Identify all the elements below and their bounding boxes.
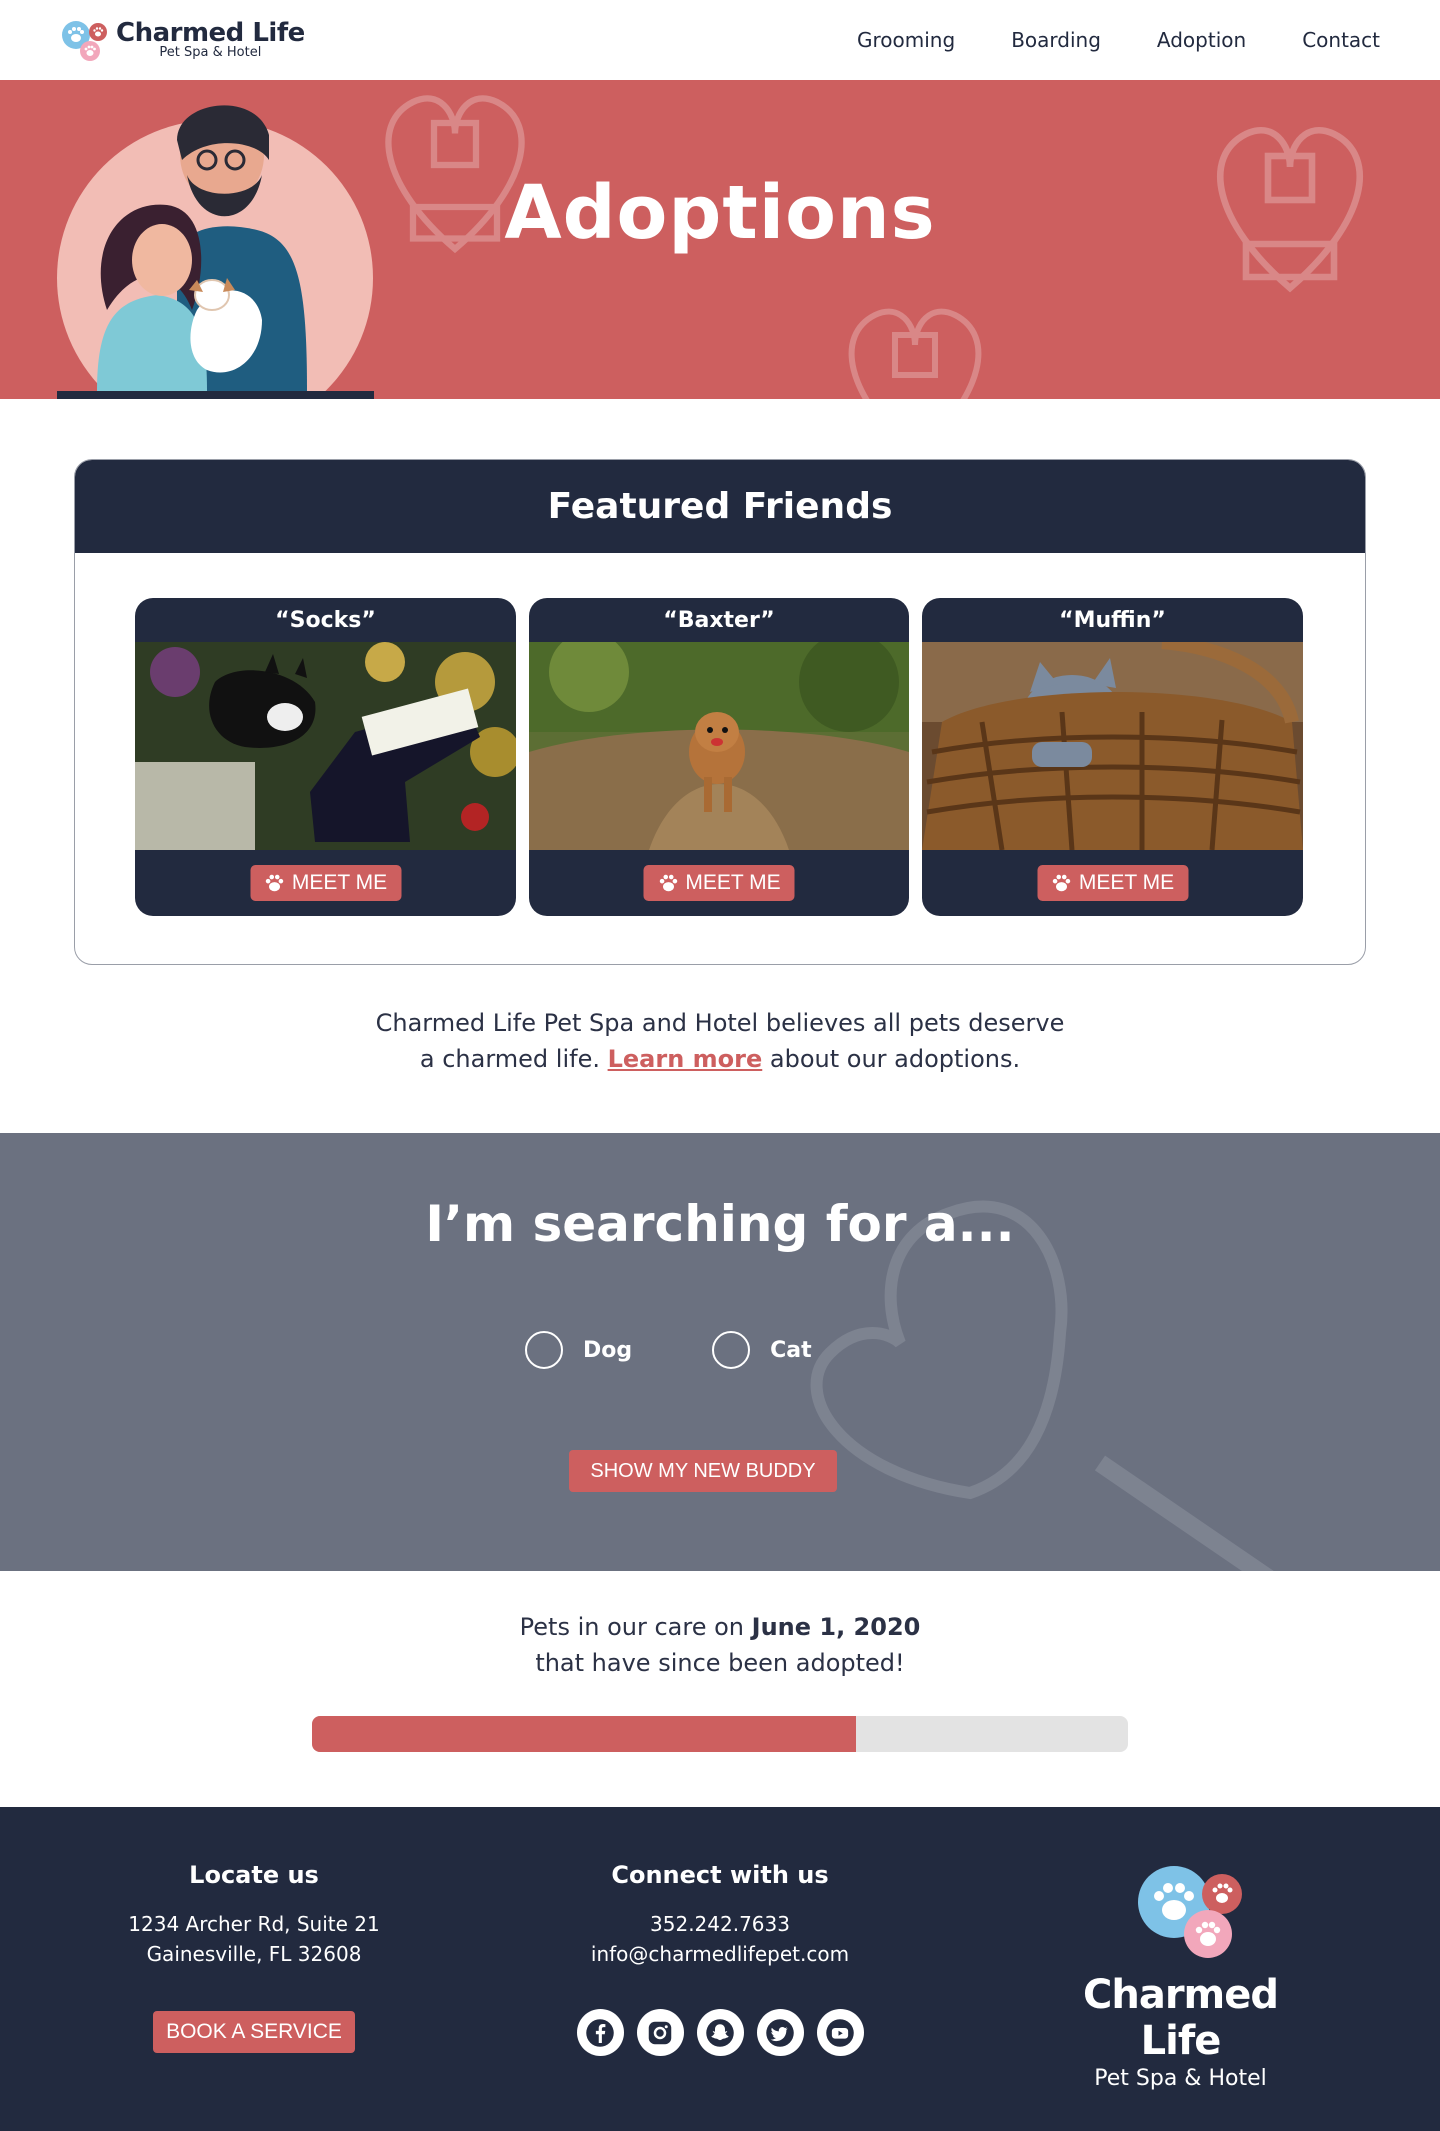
- site-footer: Locate us 1234 Archer Rd, Suite 21 Gaine…: [0, 1807, 1440, 2131]
- pet-name: “Socks”: [275, 607, 376, 633]
- youtube-icon[interactable]: [816, 2009, 864, 2056]
- adoption-progress-fill: [312, 1716, 857, 1752]
- featured-header: Featured Friends: [75, 460, 1365, 553]
- footer-locate-title: Locate us: [189, 1861, 319, 1889]
- meet-me-button[interactable]: MEET ME: [1037, 865, 1188, 901]
- paw-icon: [266, 874, 284, 892]
- adopted-date: June 1, 2020: [751, 1613, 921, 1641]
- pet-card-baxter: “Baxter” MEET ME: [529, 598, 909, 916]
- book-service-button[interactable]: BOOK A SERVICE: [153, 2011, 355, 2053]
- adoption-intro: Charmed Life Pet Spa and Hotel believes …: [0, 965, 1440, 1133]
- footer-locate: Locate us 1234 Archer Rd, Suite 21 Gaine…: [114, 1861, 394, 2053]
- snapchat-icon[interactable]: [696, 2009, 744, 2056]
- intro-line-2-end: about our adoptions.: [762, 1045, 1021, 1073]
- radio-dog-circle[interactable]: [525, 1331, 563, 1369]
- paw-logo-icon: [1137, 1866, 1242, 1958]
- meet-me-label: MEET ME: [1078, 871, 1175, 894]
- featured-title: Featured Friends: [547, 486, 893, 527]
- featured-section: Featured Friends “Socks” MEET ME “Baxter…: [0, 399, 1440, 965]
- paw-logo-icon: [60, 17, 110, 63]
- adopted-line-2: that have since been adopted!: [535, 1649, 905, 1677]
- footer-logo-subtitle: Pet Spa & Hotel: [1094, 2066, 1267, 2091]
- footer-email[interactable]: info@charmedlifepet.com: [560, 1939, 880, 1969]
- adopted-line-1: Pets in our care on June 1, 2020: [0, 1609, 1440, 1645]
- nav-link-contact[interactable]: Contact: [1302, 28, 1380, 52]
- nav-link-boarding[interactable]: Boarding: [1011, 28, 1101, 52]
- meet-me-button[interactable]: MEET ME: [643, 865, 795, 901]
- footer-address-line-1: 1234 Archer Rd, Suite 21: [128, 1912, 380, 1936]
- intro-line-1: Charmed Life Pet Spa and Hotel believes …: [375, 1009, 1065, 1037]
- adopted-stats: Pets in our care on June 1, 2020 that ha…: [0, 1571, 1440, 1807]
- search-title: I’m searching for a...: [425, 1195, 1015, 1253]
- hero-banner: Adoptions: [0, 80, 1440, 399]
- footer-phone[interactable]: 352.242.7633: [560, 1909, 880, 1939]
- footer-connect: Connect with us 352.242.7633 info@charme…: [560, 1861, 880, 2056]
- instagram-icon[interactable]: [636, 2009, 684, 2056]
- twitter-icon[interactable]: [756, 2009, 804, 2056]
- paw-icon: [1053, 874, 1071, 892]
- page-title: Adoptions: [504, 170, 936, 256]
- nav-link-adoption[interactable]: Adoption: [1157, 28, 1246, 52]
- site-logo[interactable]: Charmed Life Pet Spa & Hotel: [60, 17, 305, 63]
- featured-panel: Featured Friends “Socks” MEET ME “Baxter…: [74, 459, 1366, 965]
- pet-card-muffin: “Muffin” MEET ME: [922, 598, 1303, 916]
- pet-search-section: I’m searching for a... Dog Cat SHOW MY N…: [0, 1133, 1440, 1571]
- facebook-icon[interactable]: [576, 2009, 624, 2056]
- meet-me-label: MEET ME: [291, 871, 388, 894]
- social-links: [560, 2009, 880, 2056]
- intro-line-2: a charmed life. Learn more about our ado…: [0, 1041, 1440, 1077]
- pet-photo-kitten-in-basket: [922, 642, 1303, 850]
- adoption-progress-bar: [312, 1716, 1128, 1752]
- pet-name: “Baxter”: [663, 607, 775, 633]
- footer-address-line-2: Gainesville, FL 32608: [146, 1942, 362, 1966]
- top-nav: Charmed Life Pet Spa & Hotel Grooming Bo…: [0, 0, 1440, 80]
- adopted-line-1-start: Pets in our care on: [519, 1613, 752, 1641]
- footer-connect-title: Connect with us: [611, 1861, 829, 1889]
- pet-photo-running-dog: [529, 642, 909, 850]
- radio-dog-label[interactable]: Dog: [583, 1338, 632, 1363]
- intro-line-2-start: a charmed life.: [419, 1045, 608, 1073]
- pet-type-radios: Dog Cat: [525, 1331, 812, 1369]
- radio-cat-circle[interactable]: [712, 1331, 751, 1369]
- footer-logo-title: Charmed Life: [1083, 1972, 1279, 2064]
- logo-title: Charmed Life: [116, 18, 305, 48]
- radio-cat-label[interactable]: Cat: [770, 1338, 812, 1363]
- show-buddy-button[interactable]: SHOW MY NEW BUDDY: [569, 1450, 837, 1492]
- cat-dog-outline-icon: [848, 308, 982, 399]
- pet-cards: “Socks” MEET ME “Baxter” MEET ME “Muffin…: [75, 553, 1365, 916]
- pet-card-socks: “Socks” MEET ME: [135, 598, 516, 916]
- pet-name: “Muffin”: [1059, 607, 1166, 633]
- logo-subtitle: Pet Spa & Hotel: [159, 45, 262, 60]
- nav-links: Grooming Boarding Adoption Contact: [857, 28, 1380, 52]
- radio-cat[interactable]: Cat: [712, 1331, 812, 1369]
- radio-dog[interactable]: Dog: [525, 1331, 632, 1369]
- learn-more-link[interactable]: Learn more: [608, 1045, 763, 1073]
- meet-me-label: MEET ME: [685, 871, 781, 894]
- meet-me-button[interactable]: MEET ME: [250, 865, 401, 901]
- nav-link-grooming[interactable]: Grooming: [857, 28, 955, 52]
- paw-icon: [659, 874, 678, 892]
- footer-logo[interactable]: Charmed Life Pet Spa & Hotel: [1038, 1862, 1323, 2091]
- pet-photo-cat-with-stocking: [135, 642, 516, 850]
